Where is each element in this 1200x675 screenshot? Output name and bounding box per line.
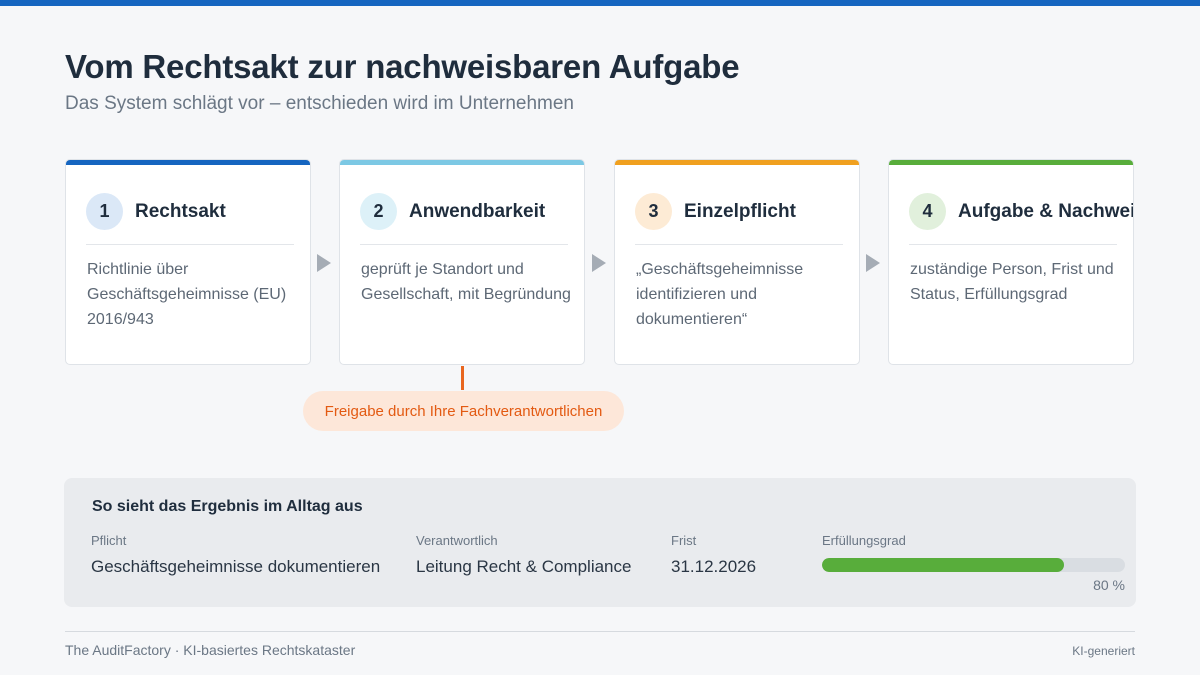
column-label-pflicht: Pflicht [91,533,127,548]
step-title: Rechtsakt [135,201,226,222]
step-card-aufgabe-nachweis: 4 Aufgabe & Nachweis zuständige Person, … [888,159,1134,365]
footer-divider [65,631,1135,632]
value-verantwortlich: Leitung Recht & Compliance [416,557,632,576]
progress-percent: 80 % [1093,577,1125,593]
flow-arrow-icon [592,254,606,272]
step-divider [909,244,1117,245]
top-accent-bar [0,0,1200,6]
step-title: Anwendbarkeit [409,201,546,222]
step-description: Richtlinie über Geschäftsgeheimnisse (EU… [87,261,287,328]
step-title: Aufgabe & Nachweis [958,201,1134,222]
step-title: Einzelpflicht [684,201,796,222]
page-subtitle: Das System schlägt vor – entschieden wir… [65,93,575,114]
step-description: zuständige Person, Frist und Status, Erf… [910,261,1114,303]
step-description: „Geschäftsgeheimnisse identifizieren und… [636,261,804,328]
progress-bar [822,558,1125,572]
approval-badge: Freigabe durch Ihre Fachverantwortlichen [303,391,624,431]
result-panel: So sieht das Ergebnis im Alltag aus Pfli… [64,478,1136,607]
step-accent-bar [66,160,310,165]
result-title: So sieht das Ergebnis im Alltag aus [92,498,363,515]
column-label-verantwortlich: Verantwortlich [416,533,498,548]
step-divider [635,244,843,245]
page-title: Vom Rechtsakt zur nachweisbaren Aufgabe [65,48,740,85]
progress-bar-fill [822,558,1065,572]
value-frist: 31.12.2026 [671,557,757,576]
step-accent-bar [340,160,584,165]
step-description: geprüft je Standort und Gesellschaft, mi… [361,261,571,303]
footer-ai-note: KI-generiert [1072,644,1135,658]
step-card-rechtsakt: 1 Rechtsakt Richtlinie über Geschäftsgeh… [65,159,311,365]
column-label-frist: Frist [671,533,697,548]
step-divider [86,244,294,245]
step-number-badge: 3 [635,193,672,230]
flow-arrow-icon [866,254,880,272]
step-number-badge: 2 [360,193,397,230]
step-divider [360,244,568,245]
footer-brand: The AuditFactory · KI-basiertes Rechtska… [65,642,356,658]
value-pflicht: Geschäftsgeheimnisse dokumentieren [91,557,381,576]
step-card-anwendbarkeit: 2 Anwendbarkeit geprüft je Standort und … [339,159,585,365]
step-number-badge: 4 [909,193,946,230]
step-card-einzelpflicht: 3 Einzelpflicht „Geschäftsgeheimnisse id… [614,159,860,365]
step-accent-bar [615,160,859,165]
step-number-badge: 1 [86,193,123,230]
approval-connector-line [461,366,464,390]
flow-arrow-icon [317,254,331,272]
step-accent-bar [889,160,1133,165]
column-label-erfuellungsgrad: Erfüllungsgrad [822,533,906,548]
